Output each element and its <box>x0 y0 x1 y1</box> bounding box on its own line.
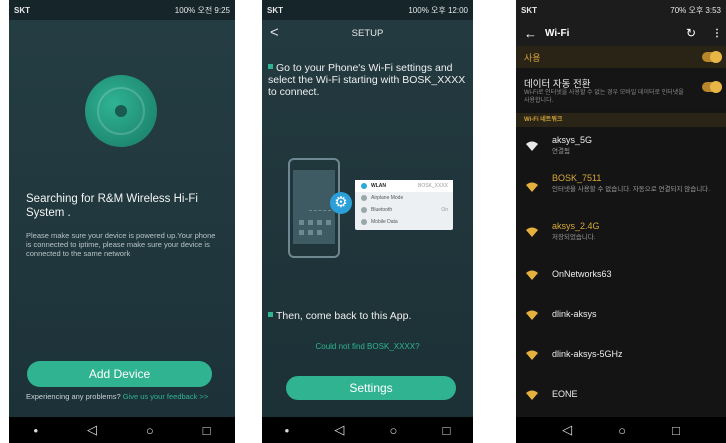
wifi-settings-illustration: WLAN BOSK_XXXX Airplane Mode Bluetooth On … <box>355 180 453 230</box>
nav-home-icon[interactable]: ○ <box>618 423 626 438</box>
carrier-label: SKT <box>267 5 283 15</box>
network-item[interactable]: aksys_2.4G 저장되었습니다. <box>516 216 726 252</box>
status-bar: SKT 100% 오후 12:00 <box>262 0 473 20</box>
back-icon[interactable]: < <box>270 24 279 41</box>
auto-switch-desc: Wi-Fi로 인터넷을 사용할 수 없는 경우 모바일 데이터로 인터넷을 사용… <box>524 90 684 104</box>
step-2-text: Then, come back to this App. <box>276 310 412 322</box>
wifi-header: ← Wi-Fi ↻ ⋮ <box>516 20 726 46</box>
network-item[interactable]: BOSK_7511 인터넷을 사용할 수 없습니다. 자동으로 연결되지 않습니… <box>516 168 726 212</box>
step-1-text: Go to your Phone's Wi-Fi settings and se… <box>268 62 466 98</box>
illus-row-wlan: WLAN BOSK_XXXX <box>355 180 453 192</box>
search-description: Please make sure your device is powered … <box>26 231 216 258</box>
wifi-settings-screen: ← Wi-Fi ↻ ⋮ 사용 데이터 자동 전환 Wi-Fi로 인터넷을 사용할… <box>516 20 726 417</box>
status-bar: SKT 70% 오후 3:53 <box>516 0 726 20</box>
carrier-label: SKT <box>521 5 537 15</box>
network-item[interactable]: dlink-aksys <box>516 296 726 334</box>
network-name: dlink-aksys <box>552 309 597 319</box>
network-name: aksys_5G <box>552 135 593 145</box>
wifi-signal-icon <box>526 141 538 151</box>
experiencing-label: Experiencing any problems? <box>26 392 121 401</box>
nav-bar: • ◁ ○ □ <box>9 417 235 443</box>
nav-home-icon[interactable]: ○ <box>146 423 154 438</box>
illus-row-bluetooth: Bluetooth On <box>355 204 453 216</box>
nav-back-icon[interactable]: ◁ <box>334 422 344 438</box>
network-status: 인터넷을 사용할 수 없습니다. 자동으로 연결되지 않습니다. <box>552 186 710 193</box>
wifi-signal-icon <box>526 227 538 237</box>
auto-switch-toggle[interactable] <box>702 81 722 93</box>
illus-row-mobile-data: Mobile Data <box>355 216 453 228</box>
network-item[interactable]: EONE <box>516 376 726 414</box>
illus-row-airplane: Airplane Mode <box>355 192 453 204</box>
back-arrow-icon[interactable]: ← <box>524 26 537 41</box>
nav-home-icon[interactable]: ○ <box>389 423 397 438</box>
page-title: SETUP <box>351 27 384 39</box>
setup-screen: < SETUP Go to your Phone's Wi-Fi setting… <box>262 20 473 417</box>
network-name: EONE <box>552 389 578 399</box>
feedback-link[interactable]: Give us your feedback >> <box>123 392 208 401</box>
settings-gear-icon: ⚙ <box>330 192 352 214</box>
nav-dot-icon: • <box>284 422 290 438</box>
phone-screen-setup: SKT 100% 오후 12:00 < SETUP Go to your Pho… <box>262 0 473 443</box>
nav-recent-icon[interactable]: □ <box>672 423 680 438</box>
auto-switch-row[interactable]: 데이터 자동 전환 Wi-Fi로 인터넷을 사용할 수 없는 경우 모바일 데이… <box>516 68 726 108</box>
nav-bar: ◁ ○ □ <box>516 417 726 443</box>
illustration-connector <box>309 210 331 211</box>
network-item[interactable]: OnNetworks63 <box>516 256 726 294</box>
settings-button[interactable]: Settings <box>286 376 456 400</box>
network-item[interactable]: aksys_5G 연결됨 <box>516 130 726 166</box>
status-time: 100% 오전 9:25 <box>174 5 230 15</box>
network-item[interactable]: dlink-aksys-5GHz <box>516 336 726 374</box>
instruction-step-2: Then, come back to this App. <box>268 310 411 322</box>
network-name: BOSK_7511 <box>552 173 602 183</box>
problems-text: Experiencing any problems? Give us your … <box>26 392 226 401</box>
network-name: dlink-aksys-5GHz <box>552 349 623 359</box>
status-bar: SKT 100% 오전 9:25 <box>9 0 235 20</box>
status-time: 70% 오후 3:53 <box>670 5 721 15</box>
nav-recent-icon[interactable]: □ <box>443 423 451 438</box>
wifi-signal-icon <box>526 390 538 400</box>
page-title: Wi-Fi <box>545 27 570 39</box>
networks-header: Wi-Fi 네트워크 <box>516 113 726 127</box>
nav-recent-icon[interactable]: □ <box>203 423 211 438</box>
wifi-signal-icon <box>526 182 538 192</box>
step-bullet-icon <box>268 312 273 317</box>
network-name: OnNetworks63 <box>552 269 612 279</box>
wifi-signal-icon <box>526 310 538 320</box>
network-status: 저장되었습니다. <box>552 234 596 241</box>
auto-switch-title: 데이터 자동 전환 <box>524 79 591 90</box>
search-title: Searching for R&M Wireless Hi-Fi System … <box>26 193 198 219</box>
network-name: aksys_2.4G <box>552 221 600 231</box>
carrier-label: SKT <box>14 5 30 15</box>
nav-back-icon[interactable]: ◁ <box>87 422 97 438</box>
refresh-icon[interactable]: ↻ <box>686 26 696 40</box>
status-time: 100% 오후 12:00 <box>408 5 468 15</box>
searching-disc-icon <box>85 75 157 147</box>
instruction-step-1: Go to your Phone's Wi-Fi settings and se… <box>268 62 468 98</box>
wifi-use-row[interactable]: 사용 <box>516 46 726 68</box>
wifi-use-label: 사용 <box>524 53 541 63</box>
wifi-toggle[interactable] <box>702 51 722 63</box>
setup-header: < SETUP <box>262 20 473 46</box>
more-menu-icon[interactable]: ⋮ <box>712 28 722 39</box>
wifi-signal-icon <box>526 270 538 280</box>
phone-screen-search: SKT 100% 오전 9:25 Searching for R&M Wirel… <box>9 0 235 443</box>
search-screen: Searching for R&M Wireless Hi-Fi System … <box>9 20 235 417</box>
add-device-button[interactable]: Add Device <box>27 361 212 387</box>
not-found-link[interactable]: Could not find BOSK_XXXX? <box>262 342 473 351</box>
nav-dot-icon: • <box>33 422 39 438</box>
nav-bar: • ◁ ○ □ <box>262 417 473 443</box>
step-bullet-icon <box>268 64 273 69</box>
network-status: 연결됨 <box>552 148 570 155</box>
nav-back-icon[interactable]: ◁ <box>562 422 572 438</box>
phone-screen-wifi: SKT 70% 오후 3:53 ← Wi-Fi ↻ ⋮ 사용 데이터 자동 전환… <box>516 0 726 443</box>
wifi-signal-icon <box>526 350 538 360</box>
